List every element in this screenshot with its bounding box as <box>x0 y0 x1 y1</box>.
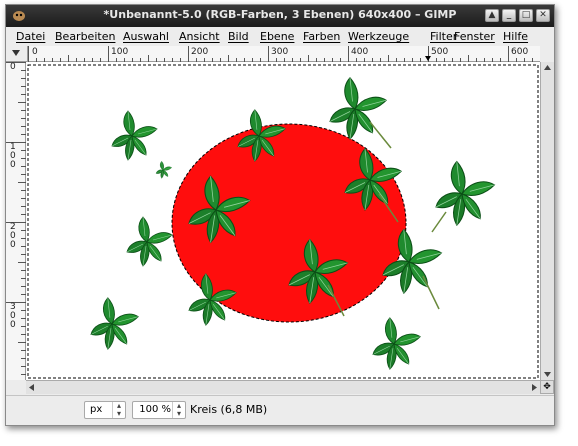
hruler-label: 300 <box>271 47 289 57</box>
menu-bar: Datei Bearbeiten Auswahl Ansicht Bild Eb… <box>6 27 554 46</box>
hruler-label: 600 <box>511 47 529 57</box>
gimp-window: *Unbenannt-5.0 (RGB-Farben, 3 Ebenen) 64… <box>5 4 555 426</box>
horizontal-scrollbar[interactable] <box>26 380 540 394</box>
menu-datei[interactable]: Datei <box>16 30 45 43</box>
hruler-label: 0 <box>32 47 38 57</box>
menu-auswahl[interactable]: Auswahl <box>123 30 169 43</box>
hruler-label: 500 <box>431 47 449 57</box>
vertical-ruler-ticks <box>6 62 26 375</box>
up-arrow-icon[interactable]: ▲ <box>485 9 499 22</box>
menu-bild[interactable]: Bild <box>228 30 249 43</box>
menu-werkzeuge[interactable]: Werkzeuge <box>348 30 409 43</box>
menu-farben[interactable]: Farben <box>303 30 340 43</box>
vertical-ruler[interactable]: 0 1 0 0 2 0 0 3 0 0 <box>6 62 26 380</box>
vertical-scrollbar-arrows <box>544 65 551 377</box>
menu-hilfe[interactable]: Hilfe <box>503 30 528 43</box>
hruler-label: 200 <box>191 47 209 57</box>
window-title: *Unbenannt-5.0 (RGB-Farben, 3 Ebenen) 64… <box>103 8 457 21</box>
title-bar[interactable]: *Unbenannt-5.0 (RGB-Farben, 3 Ebenen) 64… <box>6 5 554 27</box>
zoom-select[interactable]: 100 % ▴ ▾ <box>132 401 186 419</box>
menu-bearbeiten[interactable]: Bearbeiten <box>55 30 115 43</box>
horizontal-ruler[interactable]: 0 100 200 300 400 500 600 <box>28 46 540 62</box>
hruler-label: 400 <box>351 47 369 57</box>
menu-fenster[interactable]: Fenster <box>454 30 495 43</box>
ruler-corner-menu-button[interactable] <box>6 46 28 62</box>
hruler-label: 100 <box>111 47 129 57</box>
image-content <box>26 62 540 380</box>
minimize-icon[interactable]: _ <box>502 9 516 22</box>
vruler-label: 1 0 0 <box>10 142 16 170</box>
status-info: Kreis (6,8 MB) <box>190 403 268 416</box>
menu-ansicht[interactable]: Ansicht <box>179 30 220 43</box>
navigate-icon[interactable]: ✥ <box>540 380 554 394</box>
menu-ebene[interactable]: Ebene <box>260 30 294 43</box>
image-canvas[interactable] <box>26 62 540 380</box>
unit-value: px <box>90 404 103 415</box>
vertical-scrollbar[interactable] <box>540 62 554 380</box>
vruler-label: 3 0 0 <box>10 302 16 330</box>
close-icon[interactable]: ✕ <box>536 9 550 22</box>
horizontal-scrollbar-arrows <box>29 384 537 391</box>
vruler-label: 2 0 0 <box>10 222 16 250</box>
unit-select[interactable]: px ▴ ▾ <box>84 401 126 419</box>
spin-icon: ▴ ▾ <box>172 402 185 418</box>
status-bar: px ▴ ▾ 100 % ▴ ▾ Kreis (6,8 MB) <box>6 395 554 425</box>
spin-icon: ▴ ▾ <box>112 402 125 418</box>
maximize-icon[interactable]: □ <box>519 9 533 22</box>
vruler-label: 0 <box>10 62 16 72</box>
zoom-value: 100 % <box>139 404 171 415</box>
